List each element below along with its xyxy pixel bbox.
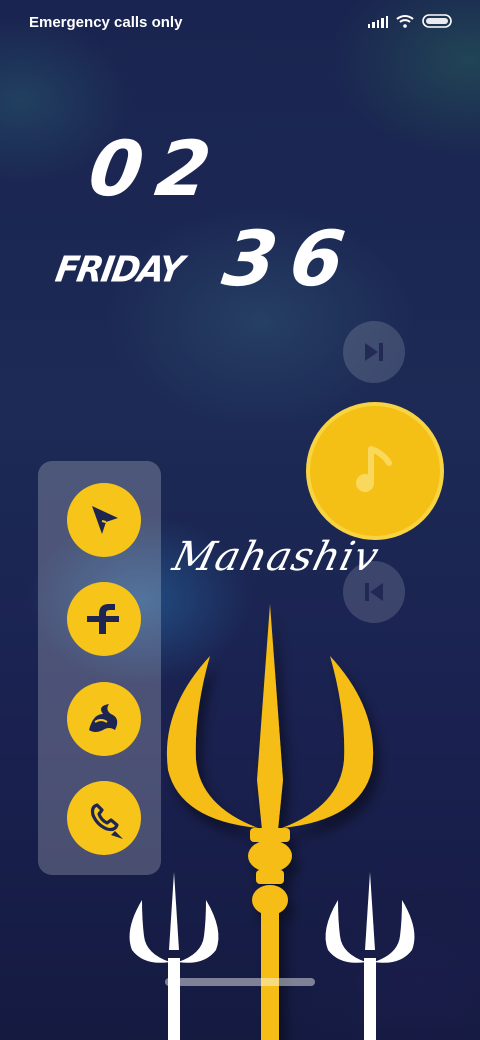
wallpaper-signature: Mahashiv	[168, 534, 384, 580]
trident-right-graphic	[325, 872, 415, 1040]
clock-day: FRIDAY	[52, 249, 185, 291]
skip-next-icon	[365, 343, 383, 361]
app-firefox[interactable]	[67, 682, 141, 756]
clock-minutes: 36	[217, 214, 365, 303]
status-bar: Emergency calls only	[0, 0, 480, 44]
app-cursor[interactable]	[67, 483, 141, 557]
whatsapp-icon	[90, 803, 123, 839]
signal-icon	[367, 14, 388, 28]
home-indicator[interactable]	[165, 978, 315, 986]
music-note-icon	[356, 446, 392, 492]
firefox-icon	[89, 704, 118, 732]
status-icons	[367, 14, 453, 28]
trident-left-graphic	[129, 872, 219, 1040]
music-player-button[interactable]	[306, 402, 444, 540]
app-whatsapp[interactable]	[67, 781, 141, 855]
app-facebook[interactable]	[67, 582, 141, 656]
battery-icon	[422, 14, 452, 28]
carrier-text: Emergency calls only	[29, 14, 183, 31]
skip-next-button[interactable]	[343, 321, 405, 383]
cursor-icon	[92, 506, 118, 534]
facebook-icon	[87, 604, 119, 634]
wifi-icon	[396, 15, 414, 28]
clock-hours: 02	[83, 124, 231, 213]
